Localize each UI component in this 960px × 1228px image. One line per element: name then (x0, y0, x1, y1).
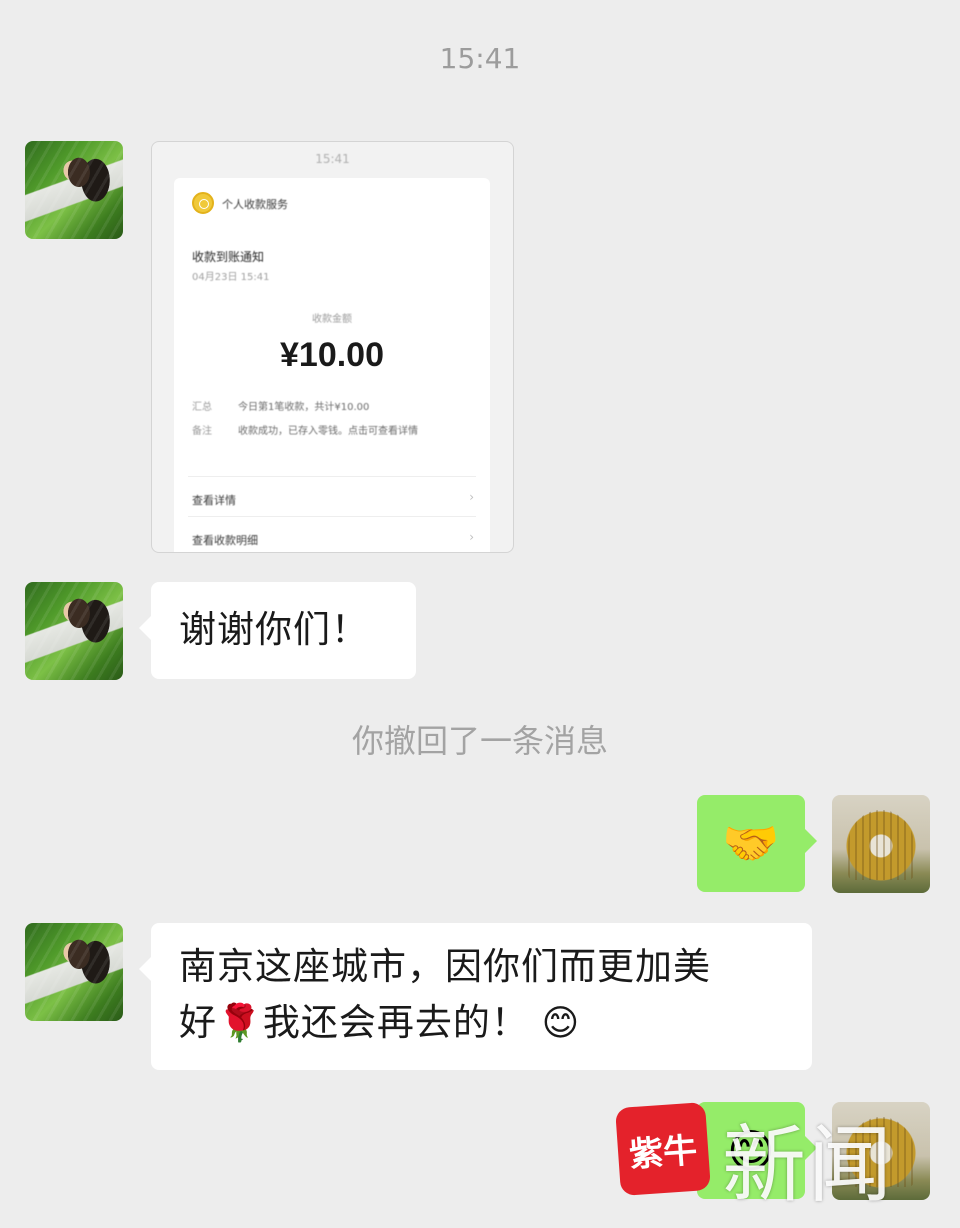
payment-amount: ¥10.00 (280, 336, 384, 374)
coin-icon (192, 192, 214, 214)
message-text-segment: 好 (179, 1001, 217, 1044)
row-key-summary: 汇总 (192, 402, 212, 413)
recall-notice: 你撤回了一条消息 (351, 722, 608, 760)
row-value-summary: 今日第1笔收款，共计¥10.00 (238, 402, 370, 413)
amount-label: 收款金额 (312, 314, 352, 325)
payment-notice-card: 个人收款服务 收款到账通知 04月23日 15:41 收款金额 ¥10.00 汇… (174, 178, 490, 552)
message-text: 谢谢你们！ (179, 608, 369, 651)
watermark-text: 新闻 (722, 1116, 895, 1214)
handshake-icon: 🤝 (722, 816, 780, 870)
message-text-segment: 我还会再去的！ (262, 1001, 529, 1044)
text-message-bubble[interactable]: 南京这座城市，因你们而更加美 好🌹我还会再去的！ 😊 (139, 923, 812, 1070)
watermark-logo: 紫牛 (615, 1101, 711, 1197)
row-value-remark: 收款成功，已存入零钱。点击可查看详情 (238, 426, 418, 437)
link-view-details: 查看详情 (192, 494, 236, 507)
message-text-line-1: 南京这座城市，因你们而更加美 (179, 945, 711, 988)
self-avatar[interactable] (832, 795, 930, 893)
chat-window: 15:41 15:41 个人收款服务 收款到账通知 04月23日 15:41 收… (0, 0, 960, 1228)
row-key-remark: 备注 (192, 426, 212, 437)
message-timestamp: 15:41 (439, 42, 521, 75)
merchant-name: 个人收款服务 (222, 198, 288, 211)
contact-avatar[interactable] (25, 141, 123, 239)
screenshot-time: 15:41 (315, 152, 350, 166)
notice-title: 收款到账通知 (192, 250, 265, 264)
image-message-payment-screenshot[interactable]: 15:41 个人收款服务 收款到账通知 04月23日 15:41 收款金额 ¥1… (151, 141, 514, 553)
text-message-bubble[interactable]: 谢谢你们！ (139, 582, 416, 679)
divider (188, 516, 476, 517)
chevron-right-icon: › (469, 490, 474, 504)
rose-icon: 🌹 (217, 1003, 263, 1044)
notice-date: 04月23日 15:41 (192, 272, 270, 283)
contact-avatar[interactable] (25, 923, 123, 1021)
contact-avatar[interactable] (25, 582, 123, 680)
emoji-message-bubble[interactable]: 🤝 (697, 795, 817, 892)
divider (188, 476, 476, 477)
smile-icon: 😊 (541, 1003, 581, 1044)
link-view-records: 查看收款明细 (192, 534, 258, 547)
chevron-right-icon: › (469, 530, 474, 544)
message-text-line-2: 好🌹我还会再去的！ 😊 (179, 995, 784, 1052)
